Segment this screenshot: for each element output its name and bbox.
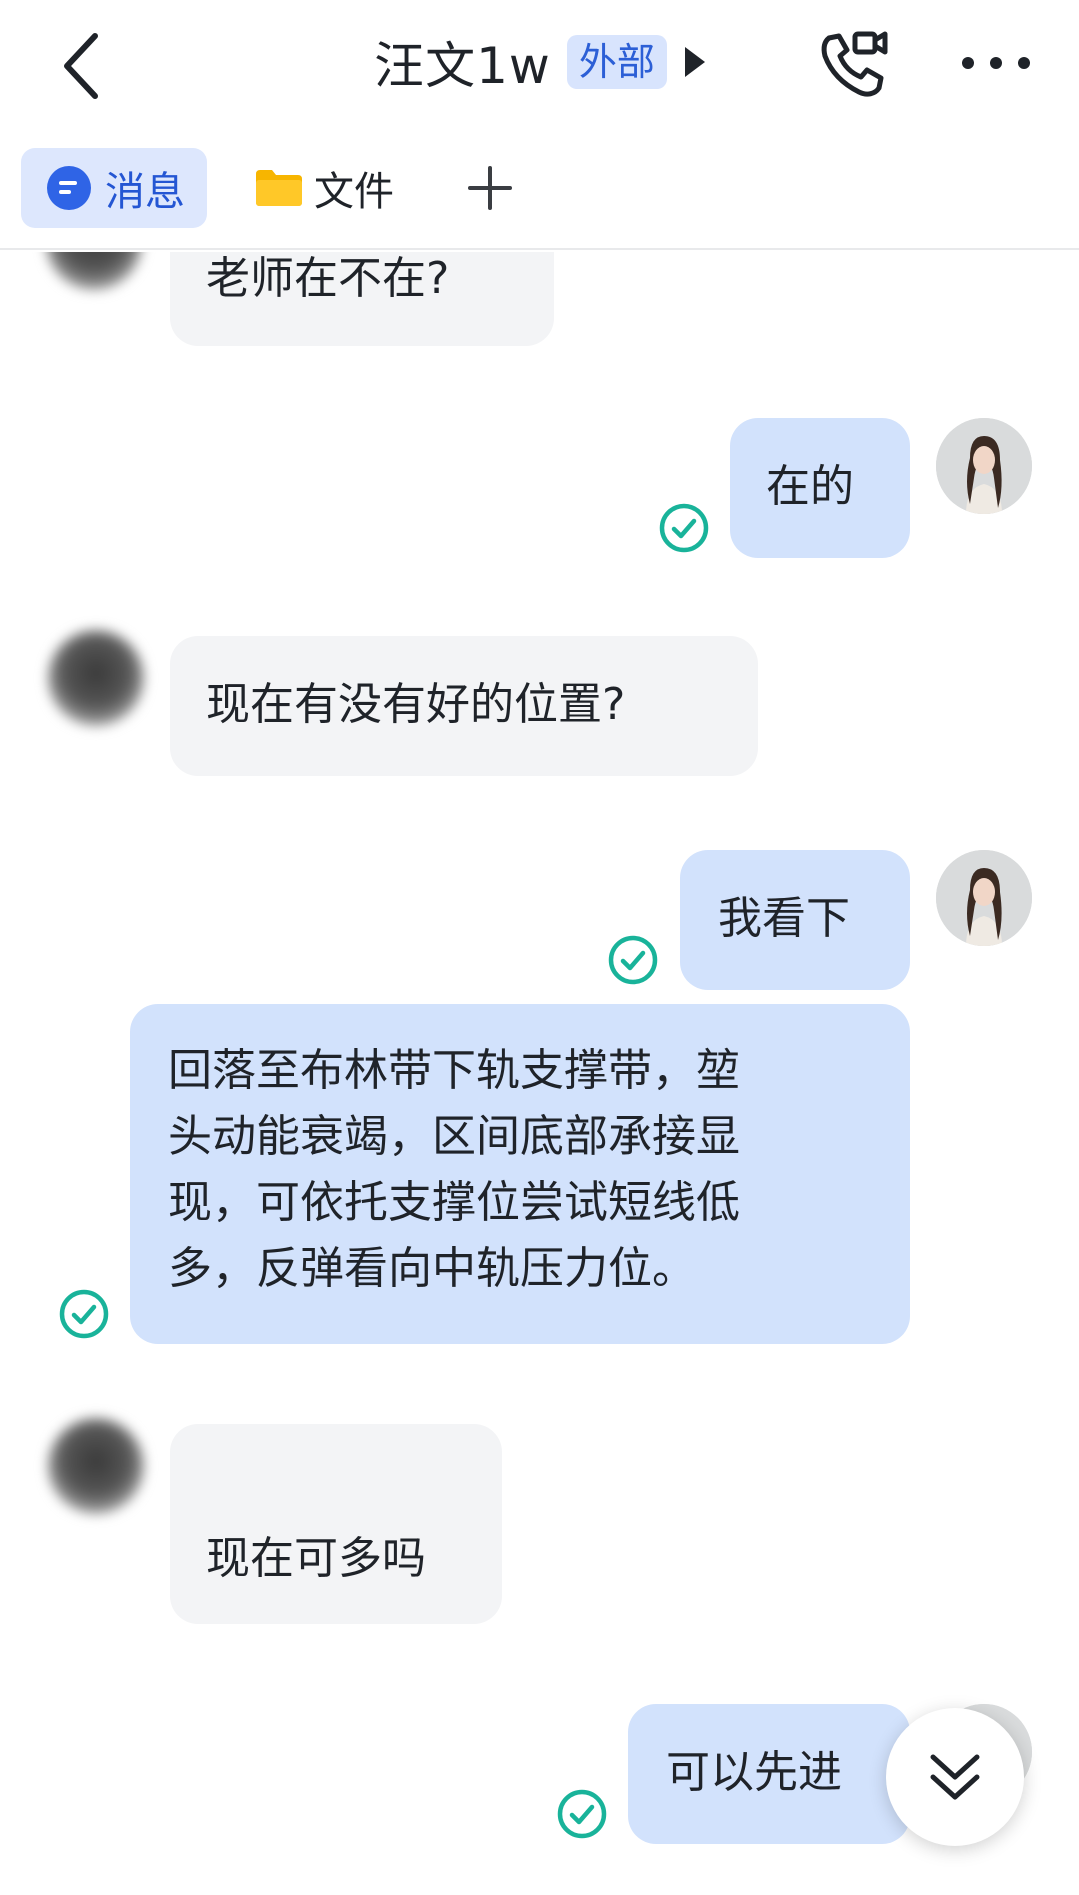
- tab-files[interactable]: 文件: [256, 148, 394, 228]
- avatar[interactable]: [936, 850, 1032, 946]
- plus-icon: [468, 166, 512, 210]
- tab-label: 消息: [105, 169, 185, 215]
- chat-title: 汪文1w: [374, 37, 551, 95]
- message-bubble[interactable]: 老师在不在?: [170, 252, 554, 346]
- phone-video-icon: [821, 31, 888, 97]
- tab-bar: 消息 文件: [0, 140, 1079, 250]
- tab-messages[interactable]: 消息: [21, 148, 207, 228]
- message-list[interactable]: 老师在不在? 在的 现在有没有好的位置? 我看下 回落至布林带下轨支撑带，堃 头…: [0, 252, 1079, 1895]
- tab-label: 文件: [314, 169, 394, 215]
- chat-header: 汪文1w 外部: [0, 0, 1079, 130]
- message-text: 可以先进: [666, 1747, 842, 1798]
- avatar[interactable]: [936, 418, 1032, 514]
- external-badge: 外部: [566, 35, 667, 89]
- check-circle-icon: [608, 935, 658, 985]
- message-line: 现，可依托支撑位尝试短线低: [168, 1177, 740, 1228]
- avatar[interactable]: [46, 252, 142, 290]
- double-chevron-down-icon: [930, 1754, 980, 1800]
- message-line: 多，反弹看向中轨压力位。: [168, 1243, 696, 1294]
- message-bubble[interactable]: 我看下: [680, 850, 910, 990]
- message-text: 我看下: [718, 893, 850, 944]
- more-dot: [962, 57, 974, 69]
- avatar[interactable]: [48, 630, 144, 726]
- scroll-to-bottom-button[interactable]: [886, 1708, 1024, 1846]
- message-text: 现在可多吗: [206, 1533, 426, 1584]
- message-bubble[interactable]: 现在可多吗: [170, 1424, 502, 1624]
- message-bubble[interactable]: 在的: [730, 418, 910, 558]
- more-dot: [990, 57, 1002, 69]
- caret-right-icon: [684, 47, 705, 77]
- call-button[interactable]: [815, 28, 891, 100]
- folder-icon: [256, 170, 302, 206]
- message-line: 回落至布林带下轨支撑带，堃: [168, 1045, 740, 1096]
- avatar[interactable]: [48, 1418, 144, 1514]
- message-bubble-icon: [47, 166, 91, 210]
- check-circle-icon: [557, 1789, 607, 1839]
- check-circle-icon: [59, 1289, 109, 1339]
- add-tab-button[interactable]: [464, 148, 516, 228]
- message-text: 在的: [766, 461, 854, 512]
- avatar-photo: [936, 850, 1032, 946]
- message-bubble[interactable]: 回落至布林带下轨支撑带，堃 头动能衰竭，区间底部承接显 现，可依托支撑位尝试短线…: [130, 1004, 910, 1344]
- avatar-photo: [936, 418, 1032, 514]
- message-bubble[interactable]: 可以先进: [628, 1704, 910, 1844]
- more-dot: [1018, 57, 1030, 69]
- message-line: 头动能衰竭，区间底部承接显: [168, 1111, 740, 1162]
- message-bubble[interactable]: 现在有没有好的位置?: [170, 636, 758, 776]
- message-text: 现在有没有好的位置?: [206, 679, 626, 730]
- chat-title-group[interactable]: 汪文1w 外部: [0, 30, 1079, 95]
- more-button[interactable]: [962, 48, 1030, 78]
- check-circle-icon: [659, 503, 709, 553]
- message-text: 老师在不在?: [206, 253, 450, 304]
